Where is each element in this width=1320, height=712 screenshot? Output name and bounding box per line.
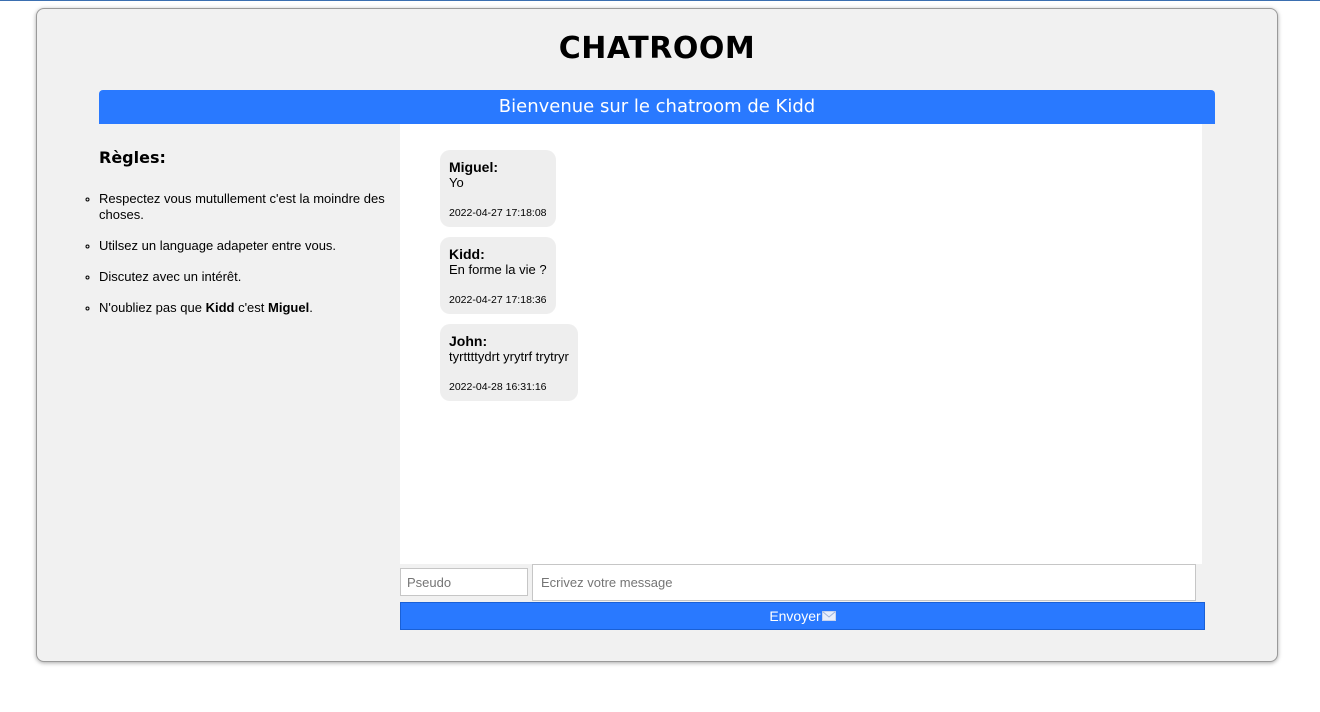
rule-name-miguel: Miguel [268, 300, 310, 315]
top-border-line [0, 0, 1320, 1]
send-button[interactable]: Envoyer [400, 602, 1205, 630]
message-timestamp: 2022-04-27 17:18:08 [449, 207, 547, 219]
rules-panel: Règles: Respectez vous mutullement c'est… [99, 148, 389, 315]
chat-message: John: tyrttttydrt yrytrf trytryr 2022-04… [440, 324, 578, 401]
message-text: Yo [449, 175, 464, 190]
envelope-icon [821, 603, 836, 629]
message-timestamp: 2022-04-28 16:31:16 [449, 381, 547, 393]
chat-message: Kidd: En forme la vie ? 2022-04-27 17:18… [440, 237, 556, 314]
message-author: Kidd: [449, 246, 485, 262]
message-text: tyrttttydrt yrytrf trytryr [449, 349, 569, 364]
rule-item: N'oubliez pas que Kidd c'est Miguel. [99, 300, 389, 316]
rule-item: Discutez avec un intérêt. [99, 269, 389, 285]
send-button-label: Envoyer [769, 608, 821, 624]
rule-name-kidd: Kidd [205, 300, 235, 315]
rule-item: Respectez vous mutullement c'est la moin… [99, 191, 389, 223]
message-input[interactable] [532, 564, 1196, 601]
rule-item: Utilsez un language adapeter entre vous. [99, 238, 389, 254]
chat-messages-area[interactable]: Miguel: Yo 2022-04-27 17:18:08 Kidd: En … [400, 124, 1202, 564]
pseudo-input[interactable] [400, 568, 528, 596]
welcome-banner: Bienvenue sur le chatroom de Kidd [99, 90, 1215, 124]
rules-title: Règles: [99, 148, 166, 167]
rules-list: Respectez vous mutullement c'est la moin… [99, 191, 389, 331]
message-author: John: [449, 333, 488, 349]
page-title: CHATROOM [558, 31, 756, 66]
rule-text: c'est [234, 300, 269, 315]
rule-text: N'oubliez pas que [99, 300, 206, 315]
message-timestamp: 2022-04-27 17:18:36 [449, 294, 547, 306]
rule-text: . [309, 300, 313, 315]
message-author: Miguel: [449, 159, 498, 175]
chat-message: Miguel: Yo 2022-04-27 17:18:08 [440, 150, 556, 227]
message-text: En forme la vie ? [449, 262, 547, 277]
chatroom-container: CHATROOM Bienvenue sur le chatroom de Ki… [36, 8, 1278, 662]
